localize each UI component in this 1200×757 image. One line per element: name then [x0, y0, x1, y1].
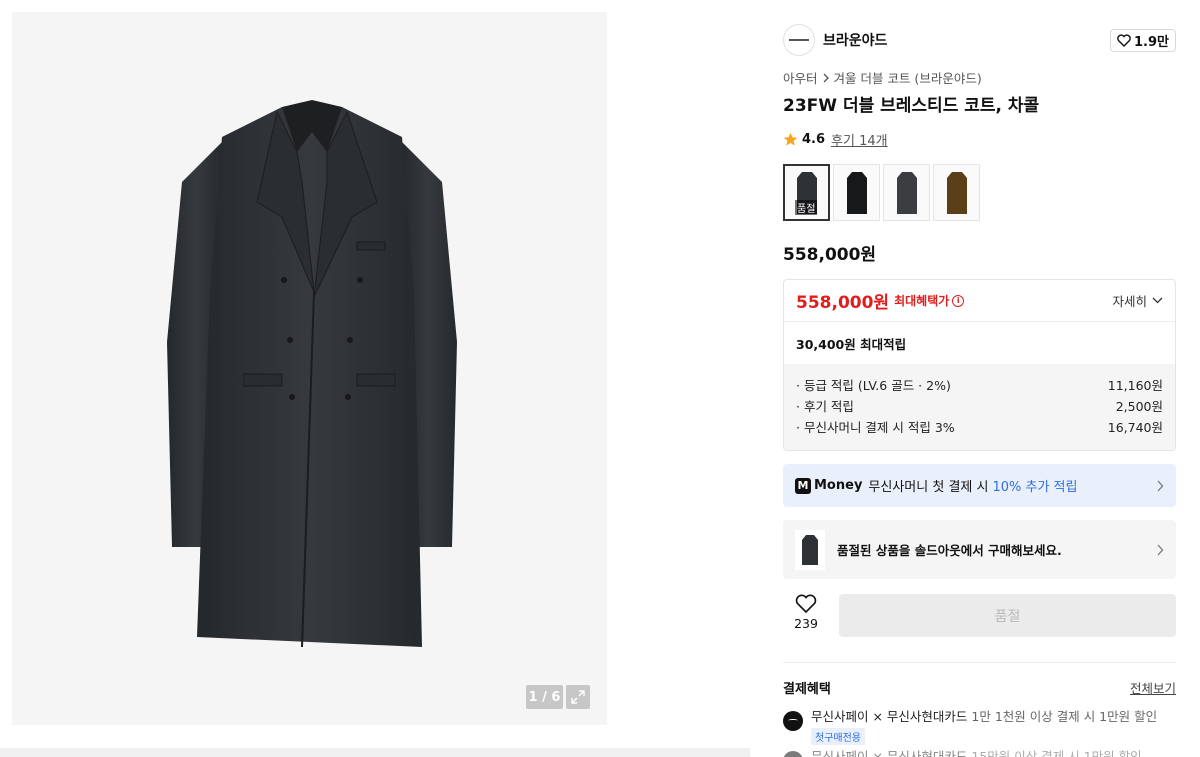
max-benefit-price: 558,000원: [796, 293, 890, 313]
benefit-detail-toggle[interactable]: 자세히: [1112, 291, 1163, 310]
brand-like-count: 1.9만: [1134, 35, 1169, 50]
chevron-right-icon: [1157, 480, 1164, 491]
money-promo-banner[interactable]: M Money 무신사머니 첫 결제 시 10% 추가 적립: [783, 464, 1176, 507]
money-brand: Money: [814, 478, 863, 493]
heart-icon: [795, 594, 817, 614]
rating-score: 4.6: [802, 132, 826, 147]
card-logo-icon: [783, 751, 803, 757]
expand-icon[interactable]: [566, 685, 590, 709]
points-value: 16,740원: [1107, 420, 1163, 435]
color-swatch[interactable]: [933, 164, 980, 221]
star-icon: [783, 132, 798, 146]
soldout-buy-button[interactable]: 품절: [839, 594, 1176, 637]
soldout-promo-banner[interactable]: 품절된 상품을 솔드아웃에서 구매해보세요.: [783, 520, 1176, 579]
wishlist-button[interactable]: 239: [783, 594, 829, 638]
benefit-detail-label: 자세히: [1112, 294, 1147, 309]
max-benefit-box: 558,000원 최대혜택가 i 자세히 30,400원 최대적립 · 등급 적…: [783, 279, 1176, 451]
points-label: · 후기 적립: [796, 399, 854, 414]
points-row: · 무신사머니 결제 시 적립 3% 16,740원: [796, 416, 1163, 437]
max-benefit-header: 558,000원 최대혜택가 i 자세히: [784, 280, 1175, 322]
info-icon[interactable]: i: [952, 294, 965, 307]
points-value: 2,500원: [1115, 399, 1163, 414]
money-promo-highlight: 10% 추가 적립: [992, 480, 1078, 495]
payment-benefit-row[interactable]: 무신사페이 × 무신사현대카드 15만원 이상 결제 시 1만원 할인: [783, 746, 1176, 757]
payment-benefits-title: 결제혜택: [783, 682, 831, 697]
section-divider: [783, 662, 1176, 663]
product-price: 558,000원: [783, 245, 877, 265]
max-benefit-label: 최대혜택가: [894, 294, 950, 308]
review-count-link[interactable]: 후기 14개: [831, 130, 888, 149]
soldout-thumbnail: [795, 529, 825, 570]
color-swatch[interactable]: [883, 164, 930, 221]
payment-benefit-title: 무신사페이 × 무신사현대카드: [811, 709, 968, 724]
soldout-badge: 품절: [795, 200, 818, 215]
points-label: · 무신사머니 결제 시 적립 3%: [796, 420, 955, 435]
soldout-promo-text: 품절된 상품을 솔드아웃에서 구매해보세요.: [837, 543, 1062, 558]
points-list: · 등급 적립 (LV.6 골드 · 2%) 11,160원 · 후기 적립 2,50…: [784, 364, 1175, 450]
brand-logo[interactable]: [783, 24, 815, 56]
points-value: 11,160원: [1107, 378, 1163, 393]
color-swatch[interactable]: 품절: [783, 164, 830, 221]
payment-benefit-title: 무신사페이 × 무신사현대카드: [811, 749, 968, 757]
chevron-right-icon: [1157, 544, 1164, 555]
product-image-gallery[interactable]: 1 / 6: [12, 12, 607, 725]
breadcrumb: 아우터 겨울 더블 코트 (브라운야드): [783, 68, 982, 87]
color-swatches: 품절: [783, 164, 980, 221]
payment-benefit-detail: 1만 1천원 이상 결제 시 1만원 할인: [971, 709, 1158, 724]
points-row: · 등급 적립 (LV.6 골드 · 2%) 11,160원: [796, 374, 1163, 395]
payment-view-all-link[interactable]: 전체보기: [1130, 678, 1176, 697]
breadcrumb-category[interactable]: 아우터: [783, 68, 818, 87]
first-purchase-tag: 첫구매전용: [811, 728, 865, 745]
money-promo-text: 무신사머니 첫 결제 시: [868, 480, 989, 495]
payment-benefit-detail: 15만원 이상 결제 시 1만원 할인: [971, 749, 1142, 757]
brand-row[interactable]: 브라운야드 1.9만: [783, 24, 1176, 56]
brand-name[interactable]: 브라운야드: [823, 30, 887, 50]
points-total: 30,400원 최대적립: [796, 336, 907, 352]
brand-like-button[interactable]: 1.9만: [1110, 29, 1176, 52]
product-title: 23FW 더블 브레스티드 코트, 차콜: [783, 96, 1040, 116]
product-info-panel: 브라운야드 1.9만 아우터 겨울 더블 코트 (브라운야드) 23FW 더블 …: [767, 12, 1200, 757]
chevron-right-icon: [823, 73, 829, 82]
breadcrumb-subcategory[interactable]: 겨울 더블 코트 (브라운야드): [834, 68, 982, 87]
wishlist-count: 239: [794, 616, 818, 631]
card-logo-icon: [783, 711, 803, 731]
product-image-coat: [167, 100, 457, 648]
payment-benefit-row[interactable]: 무신사페이 × 무신사현대카드 1만 1천원 이상 결제 시 1만원 할인 첫구…: [783, 706, 1176, 745]
money-logo-icon: M: [795, 477, 811, 494]
chevron-down-icon: [1152, 297, 1163, 304]
bottom-divider: [0, 748, 750, 757]
image-pager: 1 / 6: [526, 685, 563, 709]
heart-icon: [1117, 34, 1131, 47]
rating-row: 4.6 후기 14개: [783, 130, 888, 149]
points-label: · 등급 적립 (LV.6 골드 · 2%): [796, 378, 951, 393]
points-row: · 후기 적립 2,500원: [796, 395, 1163, 416]
color-swatch[interactable]: [833, 164, 880, 221]
